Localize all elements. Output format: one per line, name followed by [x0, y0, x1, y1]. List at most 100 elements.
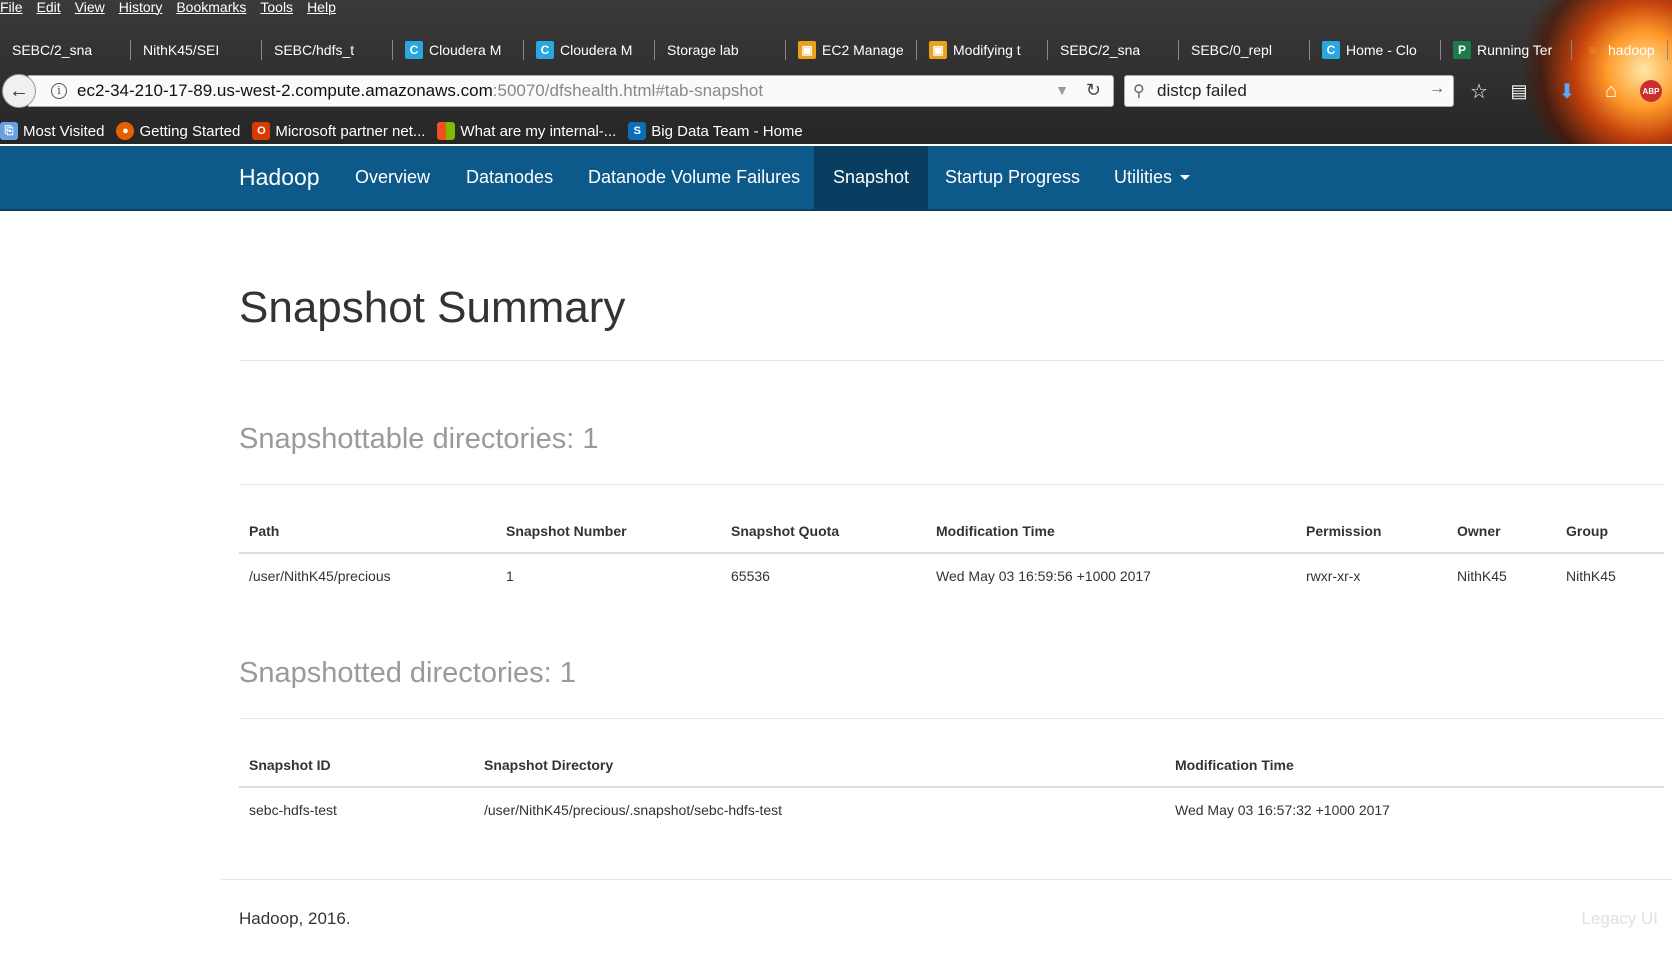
- home-icon[interactable]: ⌂: [1598, 78, 1624, 104]
- bookmark-big-data-team[interactable]: S Big Data Team - Home: [628, 122, 803, 140]
- tab-title: Cloudera M: [560, 42, 633, 58]
- table-row: sebc-hdfs-test /user/NithK45/precious/.s…: [239, 787, 1664, 831]
- nav-utilities[interactable]: Utilities: [1114, 146, 1191, 209]
- browser-tab[interactable]: ▣ EC2 Manage: [786, 34, 917, 66]
- aws-icon: ▣: [798, 41, 816, 59]
- column-header: Group: [1556, 509, 1664, 554]
- tab-title: Modifying t: [953, 42, 1021, 58]
- browser-tab[interactable]: ▣ Modifying t: [917, 34, 1048, 66]
- bookmark-microsoft-partner[interactable]: O Microsoft partner net...: [252, 122, 425, 140]
- divider: [239, 484, 1664, 485]
- aws-icon: ▣: [929, 41, 947, 59]
- bookmark-label: Most Visited: [23, 122, 105, 140]
- browser-tab[interactable]: NithK45/SEI: [131, 34, 262, 66]
- divider: [239, 360, 1664, 361]
- bookmark-most-visited[interactable]: ⎘ Most Visited: [0, 122, 104, 140]
- cell-owner: NithK45: [1457, 567, 1507, 584]
- bookmark-label: Microsoft partner net...: [275, 122, 426, 140]
- column-header: Path: [239, 509, 496, 554]
- nav-datanode-volume-failures[interactable]: Datanode Volume Failures: [588, 146, 800, 209]
- arrow-right-icon[interactable]: →: [1429, 80, 1445, 98]
- browser-tab[interactable]: C Cloudera M: [393, 34, 524, 66]
- url-bar[interactable]: i ec2-34-210-17-89.us-west-2.compute.ama…: [28, 75, 1114, 107]
- column-header: Modification Time: [1165, 743, 1664, 788]
- legacy-ui-link[interactable]: Legacy UI: [1581, 909, 1658, 929]
- url-host: ec2-34-210-17-89.us-west-2.compute.amazo…: [77, 81, 493, 100]
- snapshottable-table: Path Snapshot Number Snapshot Quota Modi…: [239, 509, 1664, 597]
- column-header: Snapshot Directory: [474, 743, 1165, 788]
- search-icon: ⚲: [1133, 83, 1145, 100]
- menu-bookmarks[interactable]: Bookmarks: [176, 0, 246, 16]
- page-title: Snapshot Summary: [239, 283, 626, 332]
- tab-title: hadoop: [1608, 42, 1655, 58]
- cell-group: NithK45: [1566, 567, 1616, 584]
- cell-path: /user/NithK45/precious: [249, 567, 391, 584]
- column-header: Modification Time: [926, 509, 1296, 554]
- nav-startup-progress[interactable]: Startup Progress: [945, 146, 1080, 209]
- download-icon[interactable]: ⬇: [1554, 78, 1580, 104]
- menu-edit[interactable]: Edit: [37, 0, 61, 16]
- table-row: /user/NithK45/precious 1 65536 Wed May 0…: [239, 553, 1664, 597]
- menu-tools[interactable]: Tools: [260, 0, 293, 16]
- page-content: Snapshot Summary Snapshottable directori…: [0, 213, 1672, 968]
- reload-icon[interactable]: ↻: [1086, 80, 1101, 101]
- chevron-down-icon[interactable]: ▼: [1055, 82, 1069, 98]
- arrow-left-icon: ←: [9, 79, 29, 102]
- footer-copyright: Hadoop, 2016.: [239, 909, 351, 928]
- p-icon: P: [1453, 41, 1471, 59]
- info-icon[interactable]: i: [51, 83, 67, 99]
- column-header: Snapshot Quota: [721, 509, 926, 554]
- navbar-brand[interactable]: Hadoop: [239, 146, 320, 209]
- menu-file[interactable]: File: [0, 0, 23, 16]
- bookmark-label: What are my internal-...: [460, 122, 617, 140]
- back-button[interactable]: ←: [2, 74, 36, 108]
- menu-help[interactable]: Help: [307, 0, 336, 16]
- cell-snapshot-number: 1: [506, 567, 514, 584]
- menu-view[interactable]: View: [75, 0, 105, 16]
- search-value: distcp failed: [1157, 81, 1247, 100]
- adblock-icon[interactable]: ABP: [1640, 80, 1662, 102]
- browser-tab[interactable]: SEBC/hdfs_t: [262, 34, 393, 66]
- tab-title: NithK45/SEI: [143, 42, 220, 58]
- stackoverflow-icon: ≡: [1588, 42, 1598, 58]
- browser-tab[interactable]: C Cloudera M: [524, 34, 655, 66]
- tab-strip: SEBC/2_sna NithK45/SEI SEBC/hdfs_t C Clou…: [0, 34, 1668, 66]
- browser-tab[interactable]: ≡ hadoop: [1572, 34, 1668, 66]
- cloudera-icon: C: [1322, 41, 1340, 59]
- tab-title: SEBC/2_sna: [1060, 42, 1141, 58]
- search-input[interactable]: ⚲ distcp failed →: [1124, 75, 1454, 107]
- tab-title: Home - Clo: [1346, 42, 1417, 58]
- reading-list-icon[interactable]: ▤: [1506, 78, 1532, 104]
- tab-title: SEBC/0_repl: [1191, 42, 1272, 58]
- nav-datanodes[interactable]: Datanodes: [466, 146, 553, 209]
- tab-title: Running Ter: [1477, 42, 1553, 58]
- nav-snapshot[interactable]: Snapshot: [814, 146, 929, 209]
- cell-snapshot-directory: /user/NithK45/precious/.snapshot/sebc-hd…: [484, 801, 783, 818]
- browser-tab[interactable]: C Home - Clo: [1310, 34, 1441, 66]
- bookmark-internal[interactable]: What are my internal-...: [437, 122, 616, 140]
- tab-title: EC2 Manage: [822, 42, 904, 58]
- browser-tab[interactable]: Storage lab: [655, 34, 786, 66]
- browser-tab[interactable]: SEBC/2_sna: [1048, 34, 1179, 66]
- cell-snapshot-id: sebc-hdfs-test: [249, 801, 337, 818]
- bookmark-label: Big Data Team - Home: [651, 122, 803, 140]
- browser-chrome: File Edit View History Bookmarks Tools H…: [0, 0, 1672, 144]
- menu-history[interactable]: History: [119, 0, 163, 16]
- tab-title: SEBC/2_sna: [12, 42, 93, 58]
- tab-title: SEBC/hdfs_t: [274, 42, 355, 58]
- nav-overview[interactable]: Overview: [355, 146, 430, 209]
- nav-utilities-label: Utilities: [1114, 167, 1173, 187]
- cell-modification-time: Wed May 03 16:57:32 +1000 2017: [1175, 801, 1390, 818]
- column-header: Snapshot Number: [496, 509, 721, 554]
- snapshotted-heading: Snapshotted directories: 1: [239, 657, 576, 689]
- column-header: Snapshot ID: [239, 743, 474, 788]
- menu-bar: File Edit View History Bookmarks Tools H…: [0, 0, 336, 16]
- browser-tab[interactable]: P Running Ter: [1441, 34, 1572, 66]
- browser-tab[interactable]: SEBC/2_sna: [0, 34, 131, 66]
- star-icon[interactable]: ☆: [1466, 78, 1492, 104]
- bookmark-getting-started[interactable]: ● Getting Started: [116, 122, 240, 140]
- bookmarks-toolbar: ⎘ Most Visited ● Getting Started O Microsof…: [0, 118, 803, 144]
- url-path: :50070/dfshealth.html#tab-snapshot: [492, 81, 764, 100]
- browser-tab[interactable]: SEBC/0_repl: [1179, 34, 1310, 66]
- most-visited-icon: ⎘: [0, 122, 18, 140]
